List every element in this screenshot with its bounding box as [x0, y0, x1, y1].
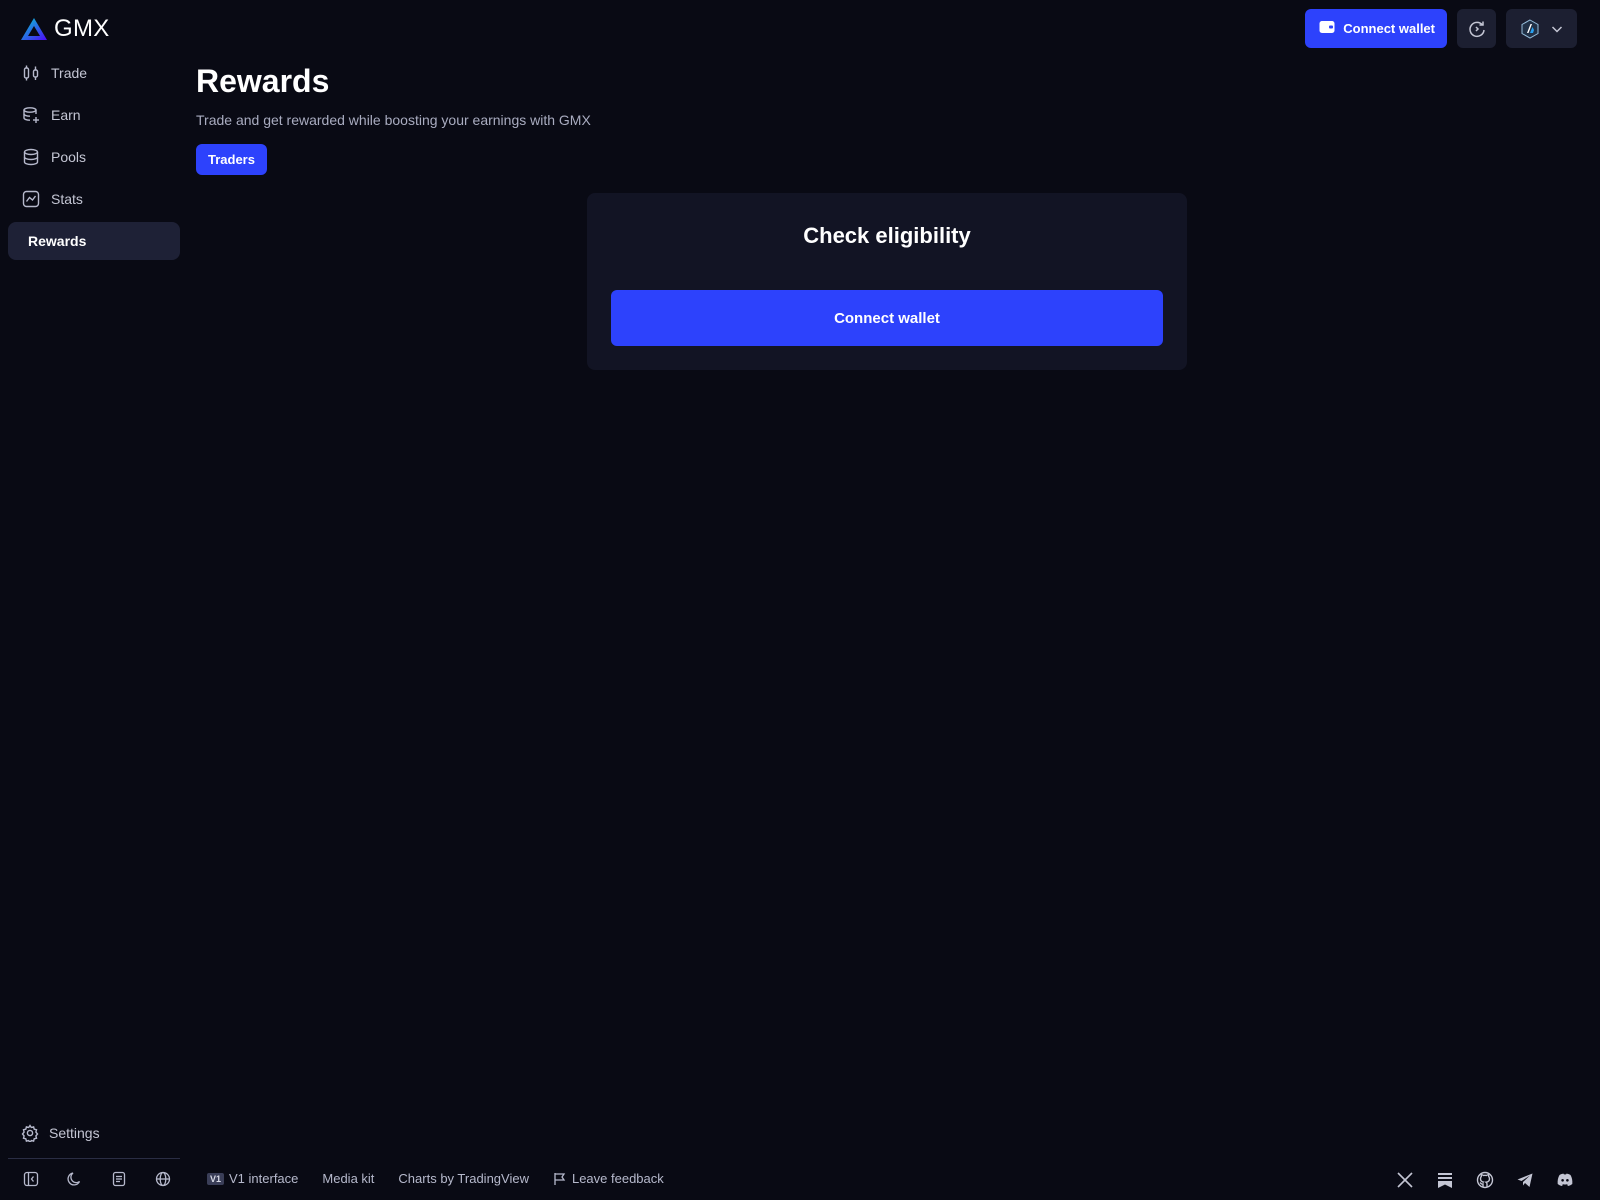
arbitrum-icon	[1521, 18, 1538, 39]
sidebar-item-pools[interactable]: Pools	[8, 138, 180, 176]
footer-charts-link[interactable]: Charts by TradingView	[398, 1171, 529, 1186]
chevron-down-icon	[1551, 25, 1562, 33]
github-icon[interactable]	[1475, 1170, 1494, 1189]
settings-label: Settings	[49, 1125, 100, 1141]
app-root: GMX Trade Earn Pools Stats Rewards Setti…	[0, 0, 1600, 1200]
sidebar-item-label: Pools	[51, 149, 87, 165]
tab-traders[interactable]: Traders	[196, 144, 267, 175]
feedback-flag-icon	[554, 1172, 566, 1185]
footer-media-kit-link[interactable]: Media kit	[322, 1171, 374, 1186]
eligibility-card: Check eligibility Connect wallet	[587, 193, 1187, 370]
gear-icon	[20, 1123, 40, 1143]
footer-v1-interface-link[interactable]: V1 V1 interface	[207, 1171, 298, 1186]
sidebar-nav: Trade Earn Pools Stats Rewards	[8, 54, 180, 264]
page-title: Rewards	[196, 63, 330, 99]
telegram-icon[interactable]	[1515, 1170, 1534, 1189]
database-icon	[21, 147, 41, 167]
sidebar-item-rewards[interactable]: Rewards	[8, 222, 180, 260]
substack-icon[interactable]	[1435, 1170, 1454, 1189]
footer-feedback-label: Leave feedback	[571, 1171, 664, 1186]
sidebar-tools	[22, 1170, 172, 1188]
app-switch-button[interactable]	[1457, 9, 1496, 48]
page-subtitle: Trade and get rewarded while boosting yo…	[196, 112, 591, 128]
sidebar-item-label: Stats	[51, 191, 83, 207]
connect-wallet-button[interactable]: Connect wallet	[1305, 9, 1447, 48]
refresh-circle-icon	[1468, 21, 1485, 37]
brand-name: GMX	[54, 15, 110, 42]
connect-wallet-label: Connect wallet	[1343, 21, 1435, 36]
card-title: Check eligibility	[803, 223, 971, 248]
sidebar-item-label: Rewards	[28, 233, 87, 249]
footer-links: V1 V1 interface Media kit Charts by Trad…	[207, 1171, 664, 1186]
main-content: Rewards Trade and get rewarded while boo…	[196, 60, 591, 175]
sidebar-item-label: Earn	[51, 107, 81, 123]
discord-icon[interactable]	[1555, 1170, 1574, 1189]
settings-button[interactable]: Settings	[20, 1123, 100, 1143]
collapse-sidebar-icon[interactable]	[22, 1170, 40, 1188]
moon-icon[interactable]	[66, 1170, 84, 1188]
header-actions: Connect wallet	[1305, 9, 1577, 48]
footer-feedback-link[interactable]: Leave feedback	[553, 1171, 664, 1186]
card-connect-wallet-button[interactable]: Connect wallet	[611, 290, 1163, 346]
earn-icon	[21, 105, 41, 125]
social-links	[1395, 1170, 1574, 1189]
globe-icon[interactable]	[154, 1170, 172, 1188]
network-selector[interactable]	[1506, 9, 1577, 48]
sidebar-item-stats[interactable]: Stats	[8, 180, 180, 218]
candles-icon	[21, 63, 41, 83]
sidebar-divider	[8, 1158, 180, 1159]
v1-badge: V1	[207, 1172, 225, 1185]
sidebar-item-label: Trade	[51, 65, 88, 81]
gmx-logo[interactable]: GMX	[20, 15, 110, 43]
docs-icon[interactable]	[110, 1170, 128, 1188]
sidebar-item-trade[interactable]: Trade	[8, 54, 180, 92]
wallet-icon	[1319, 20, 1335, 37]
stats-chart-icon	[21, 189, 41, 209]
gmx-logo-icon	[21, 18, 47, 40]
footer-v1-label: V1 interface	[229, 1171, 299, 1186]
sidebar-item-earn[interactable]: Earn	[8, 96, 180, 134]
x-twitter-icon[interactable]	[1395, 1170, 1414, 1189]
sidebar: GMX Trade Earn Pools Stats Rewards Setti…	[0, 0, 188, 1200]
